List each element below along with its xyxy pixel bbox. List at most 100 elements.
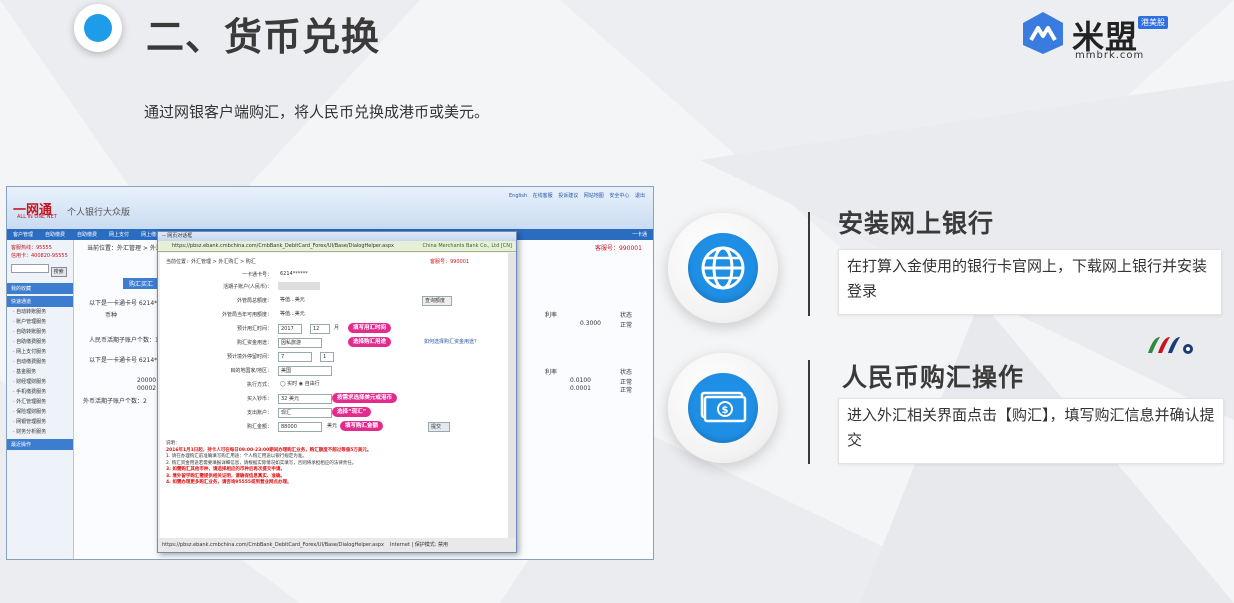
left-search-input[interactable]	[11, 264, 49, 273]
menu-item[interactable]: · 财经理财服务	[7, 377, 73, 387]
brand-logo-url: mmbrk.com	[1075, 50, 1145, 61]
callout-account: 选择“现汇”	[332, 407, 372, 417]
menu-item[interactable]: · 账户管理服务	[7, 317, 73, 327]
form-row-account: 支出账户： 现汇	[160, 407, 500, 418]
bank-top-links[interactable]: English 在线客服 投诉建议 网站地图 安全中心 退出	[509, 192, 645, 199]
form-row-stay: 预计境外停留时间： 7 1	[160, 351, 500, 362]
card-divider	[808, 212, 810, 316]
main-col-header: 币种	[105, 312, 118, 319]
submit-button[interactable]: 提交	[428, 422, 450, 432]
field-label: 预计用汇时间：	[236, 326, 272, 332]
mode-radio[interactable]: ◯ 实时 ◉ 自由行	[278, 380, 320, 388]
field-label: 一卡通卡号：	[241, 272, 272, 278]
card-title-exchange: 人民币购汇操作	[842, 363, 1025, 392]
card-number-value: 6214******	[280, 271, 308, 277]
bank-header: 一网通 ALL IN ONE NET 个人银行大众版 English 在线客服 …	[7, 187, 653, 229]
purpose-select[interactable]: 因私旅游	[278, 338, 322, 348]
left-search-button[interactable]: 搜索	[50, 267, 67, 277]
menu-header-favorites[interactable]: 我的收藏	[7, 283, 73, 294]
money-icon: $	[688, 373, 758, 443]
callout-amount: 填写购汇金额	[340, 421, 384, 431]
main-cell: 正常	[620, 387, 633, 394]
month-select[interactable]: 12	[310, 324, 330, 334]
dialog-title: -- 网页对话框	[158, 232, 516, 241]
main-tab[interactable]: 购汇买汇	[123, 278, 160, 289]
dialog-scrollbar[interactable]	[508, 253, 516, 538]
bank-nav-item[interactable]: 一卡通	[626, 229, 653, 240]
callout-purpose: 选择购汇用途	[348, 337, 392, 347]
title-bullet	[74, 4, 122, 52]
account-select[interactable]: 现汇	[278, 408, 332, 418]
field-label: 购汇金额：	[246, 424, 272, 430]
menu-item[interactable]: · 网上支付服务	[7, 347, 73, 357]
bank-nav-item[interactable]: 客户管理	[7, 229, 39, 240]
creditcard-hotline-text: 信用卡：400820-95555	[11, 253, 68, 259]
stay-select[interactable]: 7	[278, 352, 312, 362]
purchase-dialog: -- 网页对话框 https://pbsz.ebank.cmbchina.com…	[157, 231, 517, 553]
bank-screenshot: 一网通 ALL IN ONE NET 个人银行大众版 English 在线客服 …	[6, 186, 654, 560]
destination-select[interactable]: 美国	[278, 366, 332, 376]
year-select[interactable]: 2017	[278, 324, 302, 334]
field-label: 执行方式：	[246, 382, 272, 388]
menu-header-quick[interactable]: 快速通道	[7, 296, 73, 307]
amount-unit: 美元	[327, 423, 338, 429]
brand-logo-icon	[1023, 12, 1063, 54]
main-cell: 00002	[137, 385, 157, 392]
form-row-mode: 执行方式： ◯ 实时 ◉ 自由行	[160, 379, 500, 390]
menu-item[interactable]: · 网银管理服务	[7, 417, 73, 427]
menu-item[interactable]: · 财务分析服务	[7, 427, 73, 437]
query-quota-button[interactable]: 查询额度	[422, 296, 452, 306]
stay-unit-select[interactable]: 1	[320, 352, 334, 362]
form-row-amount: 购汇金额： 88000 美元 提交	[160, 421, 500, 432]
main-col-header: 利率	[545, 369, 558, 376]
brand-logo-tag: 港美股	[1138, 16, 1168, 29]
card-title-install: 安装网上银行	[838, 209, 995, 238]
main-col-header: 利率	[545, 312, 558, 319]
field-label: 支出账户：	[246, 410, 272, 416]
purpose-help-link[interactable]: 如何选择购汇资金用途？	[422, 338, 479, 346]
bank-edition-name: 个人银行大众版	[67, 208, 131, 218]
dialog-body: 当前位置：外汇管理 > 外汇购汇 > 购汇 客服号：990001 一卡通卡号： …	[160, 253, 508, 538]
status-url: https://pbsz.ebank.cmbchina.com/CmbBank_…	[162, 542, 384, 548]
dialog-status-bar: https://pbsz.ebank.cmbchina.com/CmbBank_…	[158, 538, 516, 552]
bank-nav-item[interactable]: 网上支付	[103, 229, 135, 240]
dialog-certificate: China Merchants Bank Co., Ltd [CN]	[422, 243, 512, 249]
bank-nav-item[interactable]: 自助缴费	[39, 229, 71, 240]
amount-input[interactable]: 88000	[278, 422, 322, 432]
currency-select[interactable]: 32 美元	[278, 394, 332, 404]
main-row-text: 以下是一卡通卡号 6214****	[89, 357, 167, 364]
main-row-text: 外币活期子账户个数：2	[83, 398, 147, 405]
globe-icon	[688, 233, 758, 303]
menu-header-recent[interactable]: 最近操作	[7, 439, 73, 450]
form-row-currency: 买入钞币： 32 美元	[160, 393, 500, 404]
subaccount-value	[278, 282, 320, 290]
menu-item[interactable]: · 外汇管理服务	[7, 397, 73, 407]
dialog-customer-no: 客服号：990001	[430, 259, 470, 265]
field-label: 预计境外停留时间：	[226, 354, 272, 360]
dialog-breadcrumb: 当前位置：外汇管理 > 外汇购汇 > 购汇	[166, 259, 256, 265]
menu-item[interactable]: · 保险理财服务	[7, 407, 73, 417]
available-value: 等值...美元	[280, 311, 305, 317]
bank-nav-item[interactable]: 自助缴费	[71, 229, 103, 240]
menu-item[interactable]: · 自动缴费服务	[7, 357, 73, 367]
menu-item[interactable]: · 手机缴费服务	[7, 387, 73, 397]
dialog-address-bar: https://pbsz.ebank.cmbchina.com/CmbBank_…	[158, 241, 516, 252]
month-label: 月	[334, 325, 340, 331]
exchange-icon-circle: $	[668, 353, 778, 463]
menu-item[interactable]: · 自动转账服务	[7, 307, 73, 317]
main-cell: 0.3000	[580, 320, 601, 327]
field-label: 目的地国家/地区：	[230, 368, 272, 374]
field-label: 外管局总额度：	[236, 298, 272, 304]
page-subtitle: 通过网银客户端购汇，将人民币兑换成港币或美元。	[144, 103, 490, 121]
field-label: 买入钞币：	[246, 396, 272, 402]
menu-item[interactable]: · 基金服务	[7, 367, 73, 377]
field-label: 购汇资金用途：	[236, 340, 272, 346]
main-col-header: 状态	[620, 369, 633, 376]
form-row-time: 预计用汇时间： 2017 12 月	[160, 323, 500, 334]
main-cell: 0.0001	[570, 385, 591, 392]
bank-logo-sub: ALL IN ONE NET	[17, 214, 57, 220]
menu-item[interactable]: · 自助缴费服务	[7, 337, 73, 347]
main-cell: 20000	[137, 377, 157, 384]
dialog-address: https://pbsz.ebank.cmbchina.com/CmbBank_…	[172, 243, 394, 249]
menu-item[interactable]: · 自助转账服务	[7, 327, 73, 337]
